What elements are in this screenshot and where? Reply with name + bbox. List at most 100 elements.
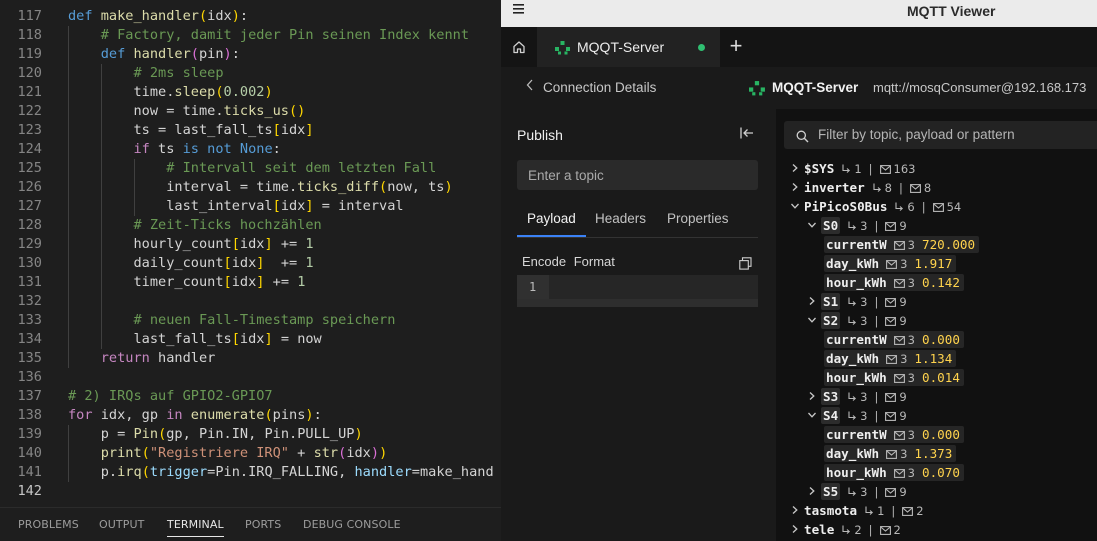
collapse-panel-icon[interactable] [739,125,755,141]
code-line[interactable]: 140 print("Registriere IRQ" + str(idx)) [0,444,501,463]
topic-node[interactable]: $SYS 1 | 163 [790,159,916,178]
topic-leaf-box[interactable]: currentW 3 720.000 [824,236,980,253]
code-line[interactable]: 129 hourly_count[idx] += 1 [0,235,501,254]
code-line[interactable]: 120 # 2ms sleep [0,64,501,83]
code-line[interactable]: 123 ts = last_fall_ts[idx] [0,121,501,140]
topic-leaf[interactable]: hour_kWh 3 0.142 [824,273,964,292]
back-chevron-icon[interactable] [525,78,535,96]
topic-leaf-box[interactable]: day_kWh 3 1.373 [824,445,957,462]
topic-name[interactable]: S0 [821,217,841,234]
code-line[interactable]: 131 timer_count[idx] += 1 [0,273,501,292]
topic-name[interactable]: $SYS [804,161,834,176]
code-line[interactable]: 118 # Factory, damit jeder Pin seinen In… [0,26,501,45]
topic-leaf-box[interactable]: hour_kWh 3 0.014 [824,369,964,386]
topic-name[interactable]: inverter [804,180,865,195]
topic-name[interactable]: S2 [821,312,841,329]
code-line[interactable]: 124 if ts is not None: [0,140,501,159]
code-line[interactable]: 134 last_fall_ts[idx] = now [0,330,501,349]
topic-input[interactable] [517,160,758,190]
tab-debug-console[interactable]: DEBUG CONSOLE [303,508,401,541]
code-line[interactable]: 126 interval = time.ticks_diff(now, ts) [0,178,501,197]
chevron-right-icon[interactable] [807,293,821,312]
tab-output[interactable]: OUTPUT [99,508,144,541]
topic-leaf[interactable]: currentW 3 0.000 [824,425,964,444]
topic-leaf[interactable]: hour_kWh 3 0.014 [824,368,964,387]
topic-leaf[interactable]: day_kWh 3 1.917 [824,254,957,273]
topic-leaf-box[interactable]: day_kWh 3 1.917 [824,255,957,272]
code-editor[interactable]: 117 def make_handler(idx): 118 # Factory, … [0,0,501,507]
code-line[interactable]: 132 [0,292,501,311]
chevron-right-icon[interactable] [790,160,804,179]
topic-node[interactable]: S1 3 | 9 [807,292,907,311]
topic-name[interactable]: tasmota [804,503,857,518]
topic-node[interactable]: PiPicoS0Bus 6 | 54 [790,197,961,216]
chevron-down-icon[interactable] [790,198,804,217]
code-line[interactable]: 138 for idx, gp in enumerate(pins): [0,406,501,425]
hamburger-menu-icon[interactable] [513,3,525,19]
topic-leaf-box[interactable]: currentW 3 0.000 [824,331,964,348]
topic-name[interactable]: S3 [821,388,841,405]
topic-node[interactable]: S3 3 | 9 [807,387,907,406]
code-line[interactable]: 142 [0,482,501,501]
code-line[interactable]: 121 time.sleep(0.002) [0,83,501,102]
topic-name[interactable]: tele [804,522,834,537]
code-line[interactable]: 133 # neuen Fall-Timestamp speichern [0,311,501,330]
topic-leaf[interactable]: currentW 3 0.000 [824,330,964,349]
tab-mqqt-server[interactable]: MQQT-Server [537,27,720,67]
format-button[interactable]: Format [574,254,615,269]
topic-name[interactable]: S5 [821,483,841,500]
topic-node[interactable]: S4 3 | 9 [807,406,907,425]
code-line[interactable]: 125 # Intervall seit dem letzten Fall [0,159,501,178]
payload-line[interactable] [549,275,758,299]
topic-node[interactable]: tele 2 | 2 [790,520,901,539]
topic-leaf[interactable]: hour_kWh 3 0.070 [824,463,964,482]
chevron-right-icon[interactable] [807,388,821,407]
code-line[interactable]: 137 # 2) IRQs auf GPIO2-GPIO7 [0,387,501,406]
chevron-down-icon[interactable] [807,217,821,236]
topic-filter-input[interactable]: Filter by topic, payload or pattern [784,121,1097,149]
tab-payload[interactable]: Payload [517,205,586,237]
encode-button[interactable]: Encode [522,254,566,269]
connection-details-link[interactable]: Connection Details [543,67,656,109]
add-tab-button[interactable]: + [725,27,747,67]
chevron-right-icon[interactable] [790,502,804,521]
topic-name[interactable]: PiPicoS0Bus [804,199,887,214]
copy-icon[interactable] [739,255,752,270]
topic-leaf[interactable]: day_kWh 3 1.134 [824,349,957,368]
topic-leaf[interactable]: day_kWh 3 1.373 [824,444,957,463]
home-icon[interactable] [501,27,537,67]
topic-name[interactable]: S4 [821,407,841,424]
tab-ports[interactable]: PORTS [245,508,281,541]
topic-leaf-box[interactable]: currentW 3 0.000 [824,426,964,443]
chevron-right-icon[interactable] [807,483,821,502]
chevron-right-icon[interactable] [790,179,804,198]
code-line[interactable]: 136 [0,368,501,387]
code-line[interactable]: 139 p = Pin(gp, Pin.IN, Pin.PULL_UP) [0,425,501,444]
horizontal-scrollbar[interactable] [517,299,758,307]
code-line[interactable]: 117 def make_handler(idx): [0,7,501,26]
topic-leaf-box[interactable]: hour_kWh 3 0.142 [824,274,964,291]
topic-node[interactable]: inverter 8 | 8 [790,178,931,197]
tab-properties[interactable]: Properties [667,205,729,237]
code-line[interactable]: 135 return handler [0,349,501,368]
topic-leaf-box[interactable]: hour_kWh 3 0.070 [824,464,964,481]
tab-headers[interactable]: Headers [595,205,646,237]
code-line[interactable]: 128 # Zeit-Ticks hochzählen [0,216,501,235]
topic-name[interactable]: S1 [821,293,841,310]
code-line[interactable]: 141 p.irq(trigger=Pin.IRQ_FALLING, handl… [0,463,501,482]
chevron-right-icon[interactable] [790,521,804,540]
tab-terminal[interactable]: TERMINAL [167,508,224,541]
chevron-down-icon[interactable] [807,312,821,331]
topic-leaf-box[interactable]: day_kWh 3 1.134 [824,350,957,367]
chevron-down-icon[interactable] [807,407,821,426]
topic-node[interactable]: S2 3 | 9 [807,311,907,330]
topic-node[interactable]: S5 3 | 9 [807,482,907,501]
topic-leaf[interactable]: currentW 3 720.000 [824,235,980,254]
code-line[interactable]: 127 last_interval[idx] = interval [0,197,501,216]
code-line[interactable]: 122 now = time.ticks_us() [0,102,501,121]
code-line[interactable]: 119 def handler(pin): [0,45,501,64]
code-line[interactable]: 130 daily_count[idx] += 1 [0,254,501,273]
topic-node[interactable]: tasmota 1 | 2 [790,501,924,520]
topic-node[interactable]: S0 3 | 9 [807,216,907,235]
tab-problems[interactable]: PROBLEMS [18,508,79,541]
